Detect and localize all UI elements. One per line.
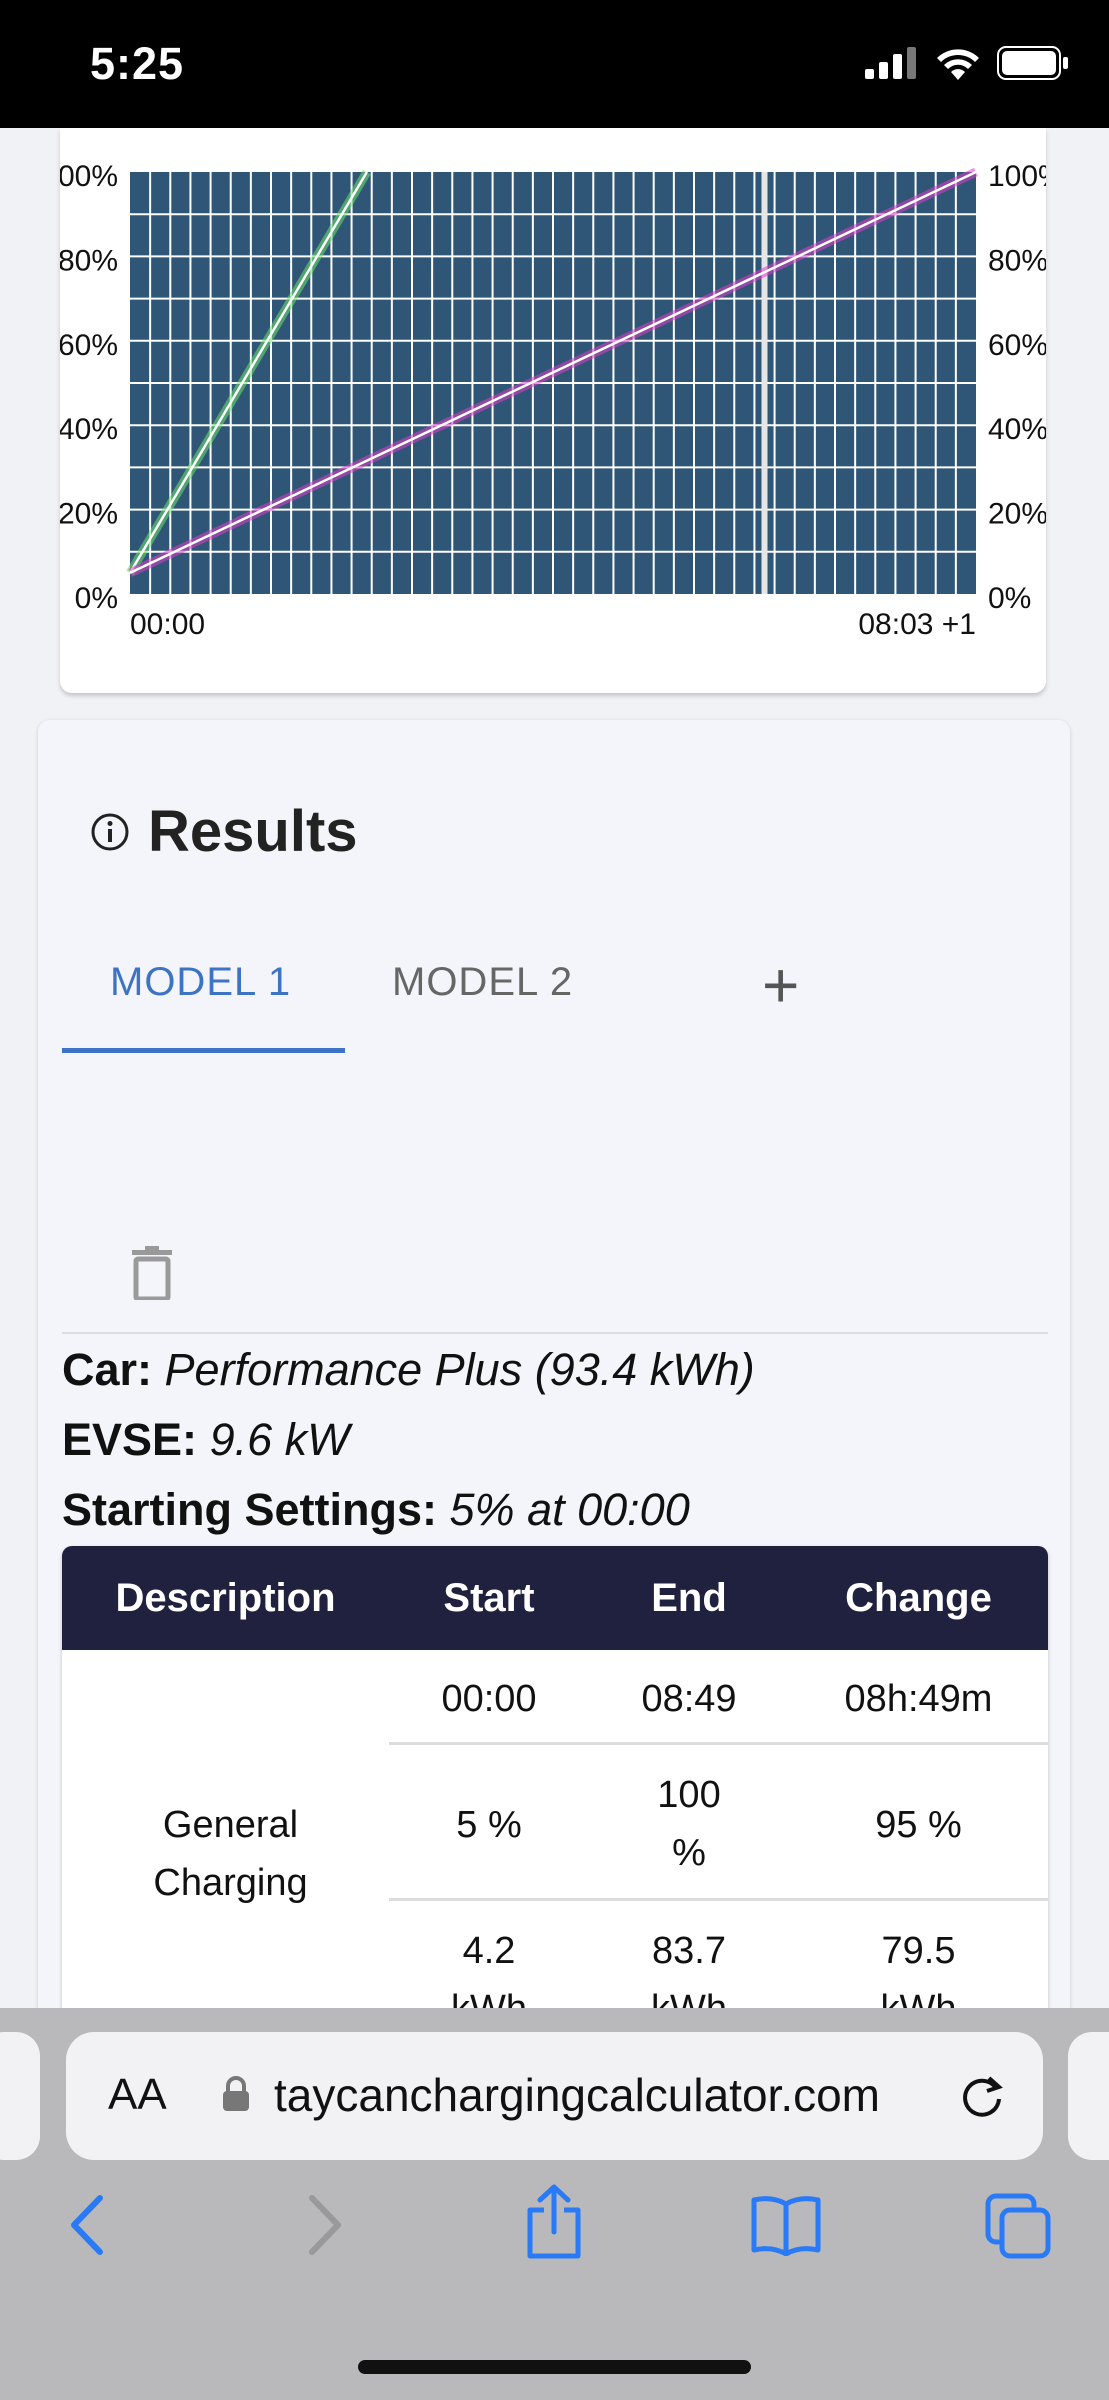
url-text: taycanchargingcalculator.com [274,2069,880,2121]
change-time-cell: 08h:49m [844,1678,993,1720]
wifi-icon [937,49,979,80]
cellular-signal-icon [865,47,916,79]
forward-icon[interactable] [300,2190,350,2260]
address-bar[interactable]: AA taycanchargingcalculator.com [66,2032,1043,2160]
info-icon [91,813,129,850]
change-soc-cell: 95 % [875,1804,962,1846]
y-tick-label-left: 100% [60,160,118,193]
add-model-button[interactable]: + [762,948,800,1022]
y-tick-label-left: 80% [60,244,118,277]
battery-icon [997,46,1068,80]
y-tick-label-left: 40% [60,413,118,446]
description-cell: General Charging [153,1804,308,1904]
y-tick-label-right: 100% [988,160,1046,193]
results-title: Results [148,799,358,864]
lock-icon [223,2076,249,2111]
chart-card: 100% 80% 60% 40% 20% 0% 100% 80% 60% 40% 20% 0% 00:0… [60,128,1046,693]
status-bar: 5:25 [0,0,1109,128]
tab-model-2[interactable]: MODEL 2 [392,960,573,1005]
next-tab-pill[interactable] [1068,2032,1109,2160]
start-time-cell: 00:00 [441,1678,537,1720]
aa-label: AA [108,2070,167,2119]
back-icon[interactable] [62,2190,112,2260]
x-tick-label-start: 00:00 [130,608,205,641]
evse-label: EVSE: [62,1414,198,1465]
y-tick-label-right: 60% [988,329,1046,362]
reader-settings-button[interactable]: AA [108,2070,167,2120]
status-time: 5:25 [90,38,185,89]
table-header: Description Start End Change [62,1546,1048,1650]
page-content: 100% 80% 60% 40% 20% 0% 100% 80% 60% 40% 20% 0% 00:0… [0,128,1109,2108]
start-soc-cell: 5 % [456,1804,522,1846]
delete-model-icon[interactable] [130,1246,174,1300]
tab-model-1[interactable]: MODEL 1 [110,960,291,1005]
starting-settings-label: Starting Settings: [62,1484,438,1535]
active-tab-indicator [62,1048,345,1053]
share-icon[interactable] [522,2184,586,2260]
header-start: Start [443,1576,535,1620]
y-tick-label-left: 60% [60,329,118,362]
status-icons [865,46,1069,80]
header-end: End [651,1576,727,1620]
end-time-cell: 08:49 [641,1678,737,1720]
results-card: Results MODEL 1 MODEL 2 + Car: Performan… [38,720,1070,2108]
header-change: Change [845,1576,992,1620]
y-tick-label-right: 20% [988,498,1046,531]
tabs-icon[interactable] [984,2192,1054,2260]
starting-settings-value: 5% at 00:00 [449,1484,690,1535]
previous-tab-pill[interactable] [0,2032,40,2160]
home-indicator [358,2360,751,2374]
y-tick-label-right: 0% [988,582,1031,615]
x-tick-label-end: 08:03 +1 [858,608,976,641]
divider [62,1332,1048,1334]
row-divider [389,1742,1048,1745]
bookmarks-icon[interactable] [750,2194,822,2256]
reload-icon[interactable] [954,2068,1010,2124]
row-divider [389,1898,1048,1901]
header-description: Description [115,1576,336,1620]
car-value: Performance Plus (93.4 kWh) [164,1344,755,1395]
evse-value: 9.6 kW [209,1414,350,1465]
charging-chart: 100% 80% 60% 40% 20% 0% 100% 80% 60% 40% 20% 0% 00:0… [60,160,1046,641]
car-info: Car: Performance Plus (93.4 kWh) [62,1344,755,1396]
results-table: Description Start End Change General Cha… [62,1546,1048,2058]
evse-info: EVSE: 9.6 kW [62,1414,350,1466]
y-tick-label-left: 0% [75,582,118,615]
y-tick-label-right: 80% [988,244,1046,277]
browser-toolbar: AA taycanchargingcalculator.com [0,2008,1109,2400]
starting-settings-info: Starting Settings: 5% at 00:00 [62,1484,690,1536]
y-tick-label-right: 40% [988,413,1046,446]
car-label: Car: [62,1344,153,1395]
results-header: Results [90,798,358,865]
end-soc-cell: 100 % [657,1774,721,1874]
y-tick-label-left: 20% [60,498,118,531]
model-tabs: MODEL 1 MODEL 2 + [62,949,1048,1053]
